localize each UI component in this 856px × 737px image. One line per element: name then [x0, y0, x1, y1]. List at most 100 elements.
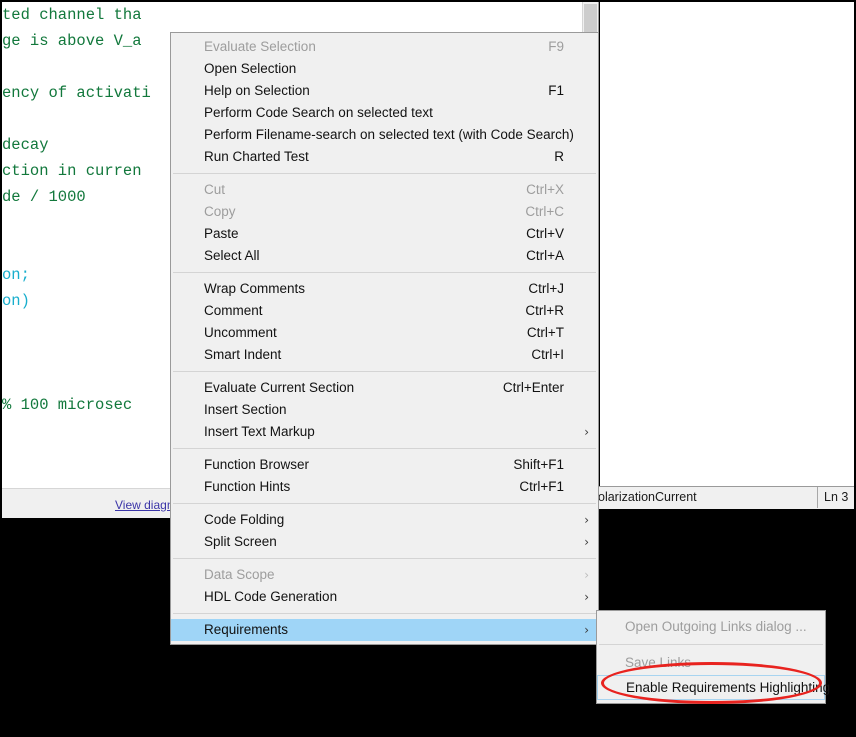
screenshot-root: ted channel tha ge is above V_aency of ac… [0, 0, 856, 737]
chevron-right-icon: › [584, 509, 589, 531]
menu-item-evaluate-selection: Evaluate Selection F9 [171, 36, 598, 58]
menu-item-shortcut: Shift+F1 [513, 454, 564, 476]
menu-item-shortcut: Ctrl+X [526, 179, 564, 201]
menu-item-help-on-selection[interactable]: Help on Selection F1 [171, 80, 598, 102]
menu-separator [173, 272, 596, 273]
menu-item-label: Wrap Comments [204, 278, 305, 300]
menu-item-data-scope: Data Scope › [171, 564, 598, 586]
menu-item-shortcut: Ctrl+V [526, 223, 564, 245]
menu-item-shortcut: F1 [548, 80, 564, 102]
code-line-text: decay [2, 136, 49, 154]
chevron-right-icon: › [584, 531, 589, 553]
code-line-text: ction in curren [2, 162, 142, 180]
code-line-text: % 100 microsec [2, 396, 132, 414]
menu-item-shortcut: Ctrl+T [527, 322, 564, 344]
menu-item-shortcut: R [554, 146, 564, 168]
menu-item-label: Code Folding [204, 509, 284, 531]
menu-item-label: Smart Indent [204, 344, 281, 366]
frame-border-left [0, 0, 2, 737]
right-panel [600, 2, 854, 486]
menu-item-shortcut: Ctrl+R [525, 300, 564, 322]
menu-item-shortcut: Ctrl+I [531, 344, 564, 366]
menu-item-requirements[interactable]: Requirements › [171, 619, 598, 641]
menu-item-label: Help on Selection [204, 80, 310, 102]
submenu-separator [599, 644, 823, 645]
code-line-text: on) [2, 292, 30, 310]
menu-item-label: Copy [204, 201, 236, 223]
menu-item-shortcut: Ctrl+Enter [503, 377, 564, 399]
code-line-text: on; [2, 266, 30, 284]
menu-item-cut: Cut Ctrl+X [171, 179, 598, 201]
submenu-item-enable-requirements-highlighting[interactable]: Enable Requirements Highlighting [597, 675, 825, 700]
editor-context-menu: Evaluate Selection F9 Open SelectionHelp o… [170, 32, 599, 645]
chevron-right-icon: › [584, 421, 589, 443]
menu-item-label: Split Screen [204, 531, 277, 553]
menu-item-label: Select All [204, 245, 260, 267]
menu-item-shortcut: Ctrl+J [528, 278, 564, 300]
menu-item-shortcut: Ctrl+F1 [519, 476, 564, 498]
menu-separator [173, 371, 596, 372]
menu-item-label: Perform Code Search on selected text [204, 102, 433, 124]
code-line-text: ge is above V_a [2, 32, 142, 50]
menu-item-label: Run Charted Test [204, 146, 309, 168]
menu-item-open-selection[interactable]: Open Selection [171, 58, 598, 80]
chevron-right-icon: › [584, 619, 589, 641]
menu-item-label: Function Browser [204, 454, 309, 476]
menu-item-function-hints[interactable]: Function Hints Ctrl+F1 [171, 476, 598, 498]
status-line-indicator[interactable]: Ln 3 [819, 487, 856, 508]
menu-separator [173, 503, 596, 504]
menu-item-split-screen[interactable]: Split Screen › [171, 531, 598, 553]
code-line: ted channel tha [2, 2, 582, 28]
menu-item-function-browser[interactable]: Function Browser Shift+F1 [171, 454, 598, 476]
menu-item-label: Open Selection [204, 58, 296, 80]
menu-item-label: Insert Text Markup [204, 421, 315, 443]
menu-item-copy: Copy Ctrl+C [171, 201, 598, 223]
menu-item-select-all[interactable]: Select All Ctrl+A [171, 245, 598, 267]
menu-item-smart-indent[interactable]: Smart Indent Ctrl+I [171, 344, 598, 366]
menu-item-label: Data Scope [204, 564, 275, 586]
submenu-item-label: Save Links [625, 655, 691, 670]
menu-item-insert-text-markup[interactable]: Insert Text Markup › [171, 421, 598, 443]
menu-item-perform-code-search-on-selected-text[interactable]: Perform Code Search on selected text [171, 102, 598, 124]
menu-item-label: Evaluate Selection [204, 36, 316, 58]
requirements-submenu: Open Outgoing Links dialog ... Save Links… [596, 610, 826, 704]
menu-item-label: Cut [204, 179, 225, 201]
submenu-item-label: Enable Requirements Highlighting [626, 680, 830, 695]
menu-item-label: Uncomment [204, 322, 277, 344]
menu-item-label: Function Hints [204, 476, 290, 498]
menu-item-shortcut: Ctrl+C [525, 201, 564, 223]
menu-item-comment[interactable]: Comment Ctrl+R [171, 300, 598, 322]
code-line-text: de / 1000 [2, 188, 86, 206]
code-line-text: ted channel tha [2, 6, 142, 24]
menu-separator [173, 448, 596, 449]
frame-border-top [0, 0, 856, 2]
menu-item-paste[interactable]: Paste Ctrl+V [171, 223, 598, 245]
menu-separator [173, 613, 596, 614]
menu-item-hdl-code-generation[interactable]: HDL Code Generation› [171, 586, 598, 608]
menu-item-label: Comment [204, 300, 263, 322]
menu-item-label: Perform Filename-search on selected text… [204, 124, 574, 146]
menu-item-insert-section[interactable]: Insert Section [171, 399, 598, 421]
chevron-right-icon: › [584, 564, 589, 586]
status-function-name: olarizationCurrent [596, 487, 818, 508]
menu-item-evaluate-current-section[interactable]: Evaluate Current Section Ctrl+Enter [171, 377, 598, 399]
menu-item-uncomment[interactable]: Uncomment Ctrl+T [171, 322, 598, 344]
menu-item-shortcut: Ctrl+A [526, 245, 564, 267]
menu-item-wrap-comments[interactable]: Wrap Comments Ctrl+J [171, 278, 598, 300]
menu-separator [173, 173, 596, 174]
status-bar: olarizationCurrent Ln 3 [596, 486, 856, 509]
menu-item-run-charted-test[interactable]: Run Charted Test R [171, 146, 598, 168]
menu-separator [173, 558, 596, 559]
menu-item-label: Insert Section [204, 399, 287, 421]
view-diagnostics-link[interactable]: View diagn [115, 498, 174, 512]
menu-item-code-folding[interactable]: Code Folding › [171, 509, 598, 531]
menu-item-label: Requirements [204, 619, 288, 641]
menu-item-label: Paste [204, 223, 239, 245]
menu-item-perform-filename-search-on-selected-text-with-code-search[interactable]: Perform Filename-search on selected text… [171, 124, 598, 146]
submenu-item-label: Open Outgoing Links dialog ... [625, 619, 807, 634]
menu-item-shortcut: F9 [548, 36, 564, 58]
menu-item-label: Evaluate Current Section [204, 377, 354, 399]
submenu-item-save-links: Save Links [597, 650, 825, 675]
submenu-item-open-outgoing-links-dialog: Open Outgoing Links dialog ... [597, 614, 825, 639]
code-line-text: ency of activati [2, 84, 151, 102]
